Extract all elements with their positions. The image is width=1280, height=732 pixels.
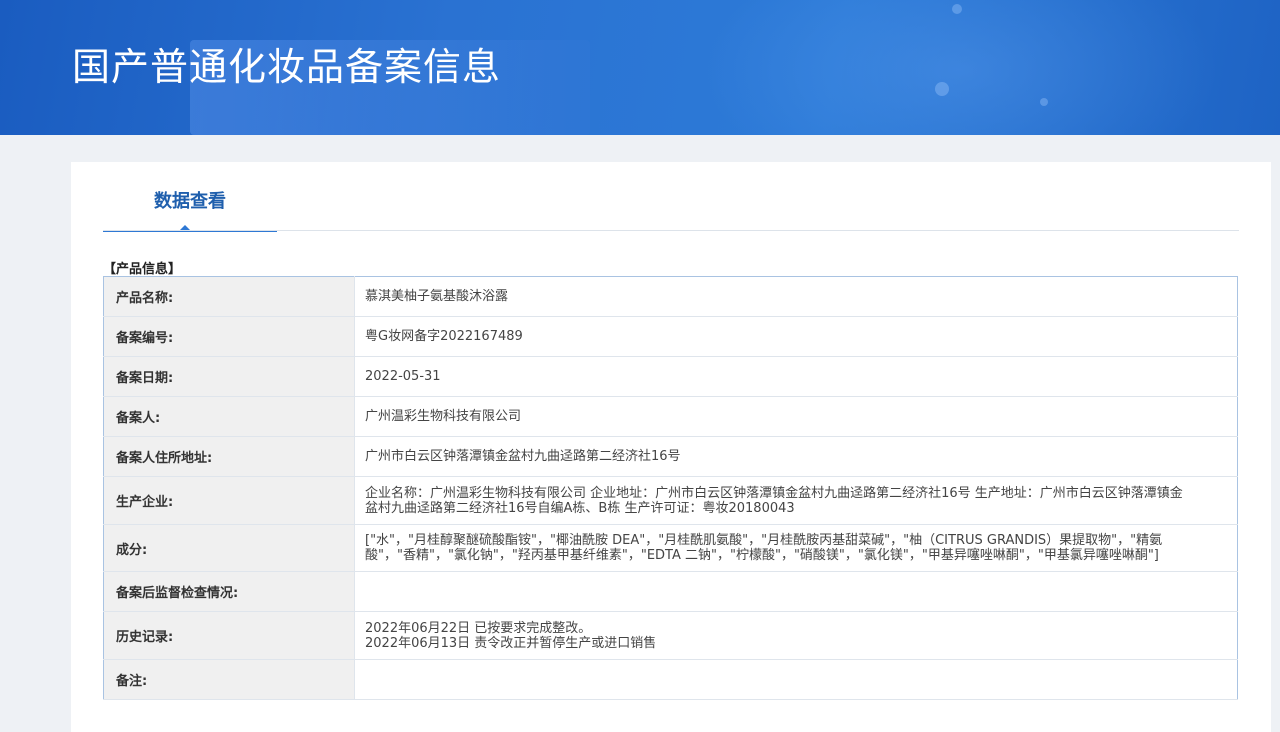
- field-value: 2022-05-31: [354, 356, 1238, 397]
- table-row: 备案人: 广州温彩生物科技有限公司: [103, 396, 1238, 437]
- table-row: 备案日期: 2022-05-31: [103, 356, 1238, 397]
- field-label: 备案后监督检查情况:: [103, 571, 355, 612]
- product-info-table: 产品名称: 慕淇美柚子氨基酸沐浴露 备案编号: 粤G妆网备字2022167489…: [103, 276, 1238, 700]
- tab-divider: [103, 230, 1239, 231]
- tab-data-view[interactable]: 数据查看: [103, 178, 277, 232]
- field-label: 产品名称:: [103, 276, 355, 317]
- field-value: 粤G妆网备字2022167489: [354, 316, 1238, 357]
- field-value-cell: 企业名称：广州温彩生物科技有限公司 企业地址：广州市白云区钟落潭镇金盆村九曲迳路…: [354, 476, 1238, 525]
- banner-dot: [1040, 98, 1048, 106]
- field-label: 历史记录:: [103, 611, 355, 660]
- field-label: 备案人:: [103, 396, 355, 437]
- field-value: [354, 571, 1238, 612]
- content-card: 数据查看 【产品信息】 产品名称: 慕淇美柚子氨基酸沐浴露 备案编号: 粤G妆网…: [71, 162, 1271, 732]
- field-label: 备案日期:: [103, 356, 355, 397]
- header-banner: 国产普通化妆品备案信息: [0, 0, 1280, 135]
- field-value-cell: 2022年06月22日 已按要求完成整改。 2022年06月13日 责令改正并暂…: [354, 611, 1238, 660]
- table-row: 生产企业: 企业名称：广州温彩生物科技有限公司 企业地址：广州市白云区钟落潭镇金…: [103, 476, 1238, 525]
- field-label: 生产企业:: [103, 476, 355, 525]
- field-label: 备案编号:: [103, 316, 355, 357]
- section-label-product-info: 【产品信息】: [103, 262, 182, 277]
- table-row: 备案后监督检查情况:: [103, 571, 1238, 612]
- field-value-cell: ["水"，"月桂醇聚醚硫酸酯铵"，"椰油酰胺 DEA"，"月桂酰肌氨酸"，"月桂…: [354, 524, 1238, 572]
- table-row: 产品名称: 慕淇美柚子氨基酸沐浴露: [103, 276, 1238, 317]
- history-entry: 2022年06月13日 责令改正并暂停生产或进口销售: [365, 635, 657, 651]
- banner-glow: [700, 0, 1220, 135]
- field-value: 广州温彩生物科技有限公司: [354, 396, 1238, 437]
- history-entry: 2022年06月22日 已按要求完成整改。: [365, 620, 592, 636]
- field-value: 企业名称：广州温彩生物科技有限公司 企业地址：广州市白云区钟落潭镇金盆村九曲迳路…: [365, 485, 1183, 516]
- field-label: 成分:: [103, 524, 355, 572]
- banner-dot: [935, 82, 949, 96]
- page-title: 国产普通化妆品备案信息: [72, 45, 502, 89]
- table-row: 备注:: [103, 659, 1238, 700]
- field-value: 慕淇美柚子氨基酸沐浴露: [354, 276, 1238, 317]
- table-row: 历史记录: 2022年06月22日 已按要求完成整改。 2022年06月13日 …: [103, 611, 1238, 660]
- field-label: 备案人住所地址:: [103, 436, 355, 477]
- banner-dot: [952, 4, 962, 14]
- tab-label: 数据查看: [154, 191, 226, 212]
- field-label: 备注:: [103, 659, 355, 700]
- field-value: 广州市白云区钟落潭镇金盆村九曲迳路第二经济社16号: [354, 436, 1238, 477]
- field-value: ["水"，"月桂醇聚醚硫酸酯铵"，"椰油酰胺 DEA"，"月桂酰肌氨酸"，"月桂…: [365, 533, 1163, 563]
- table-row: 备案人住所地址: 广州市白云区钟落潭镇金盆村九曲迳路第二经济社16号: [103, 436, 1238, 477]
- field-value: [354, 659, 1238, 700]
- table-row: 成分: ["水"，"月桂醇聚醚硫酸酯铵"，"椰油酰胺 DEA"，"月桂酰肌氨酸"…: [103, 524, 1238, 572]
- table-row: 备案编号: 粤G妆网备字2022167489: [103, 316, 1238, 357]
